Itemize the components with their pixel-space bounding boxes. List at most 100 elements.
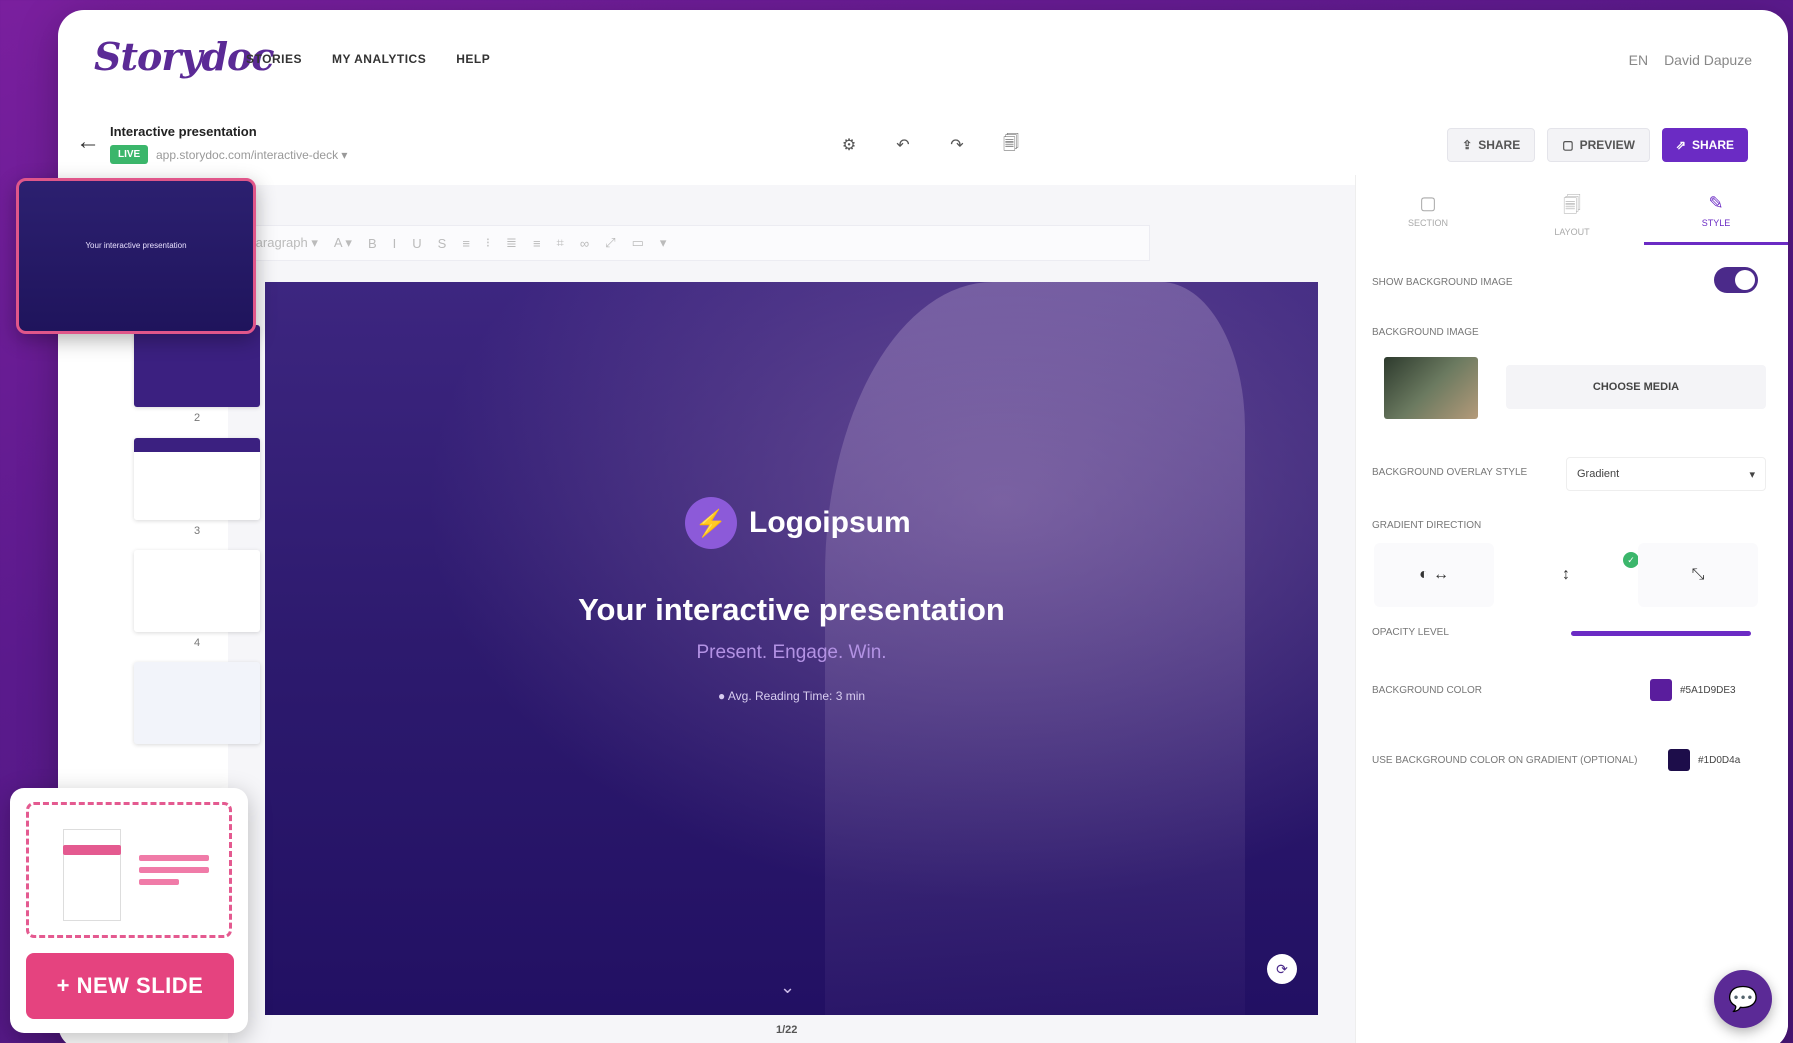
preview-button[interactable]: ▢ PREVIEW (1547, 128, 1650, 162)
redo-icon[interactable]: ↷ (944, 132, 970, 158)
secondary-color-label: USE BACKGROUND COLOR ON GRADIENT (OPTION… (1372, 755, 1638, 766)
background-toggle[interactable] (1714, 267, 1758, 293)
center-tools: ⚙ ↶ ↷ 🗐 (836, 132, 1024, 158)
bg-color-label: BACKGROUND COLOR (1372, 685, 1483, 696)
direction-diagonal[interactable]: ⤡ (1638, 543, 1758, 607)
slide-canvas[interactable]: ⚡ Logoipsum Your interactive presentatio… (265, 282, 1318, 1015)
italic-icon[interactable]: I (393, 236, 397, 251)
settings-icon[interactable]: ⚙ (836, 132, 862, 158)
list-icon[interactable]: ⁝ (486, 235, 490, 251)
preview-icon: ▢ (1562, 138, 1574, 152)
thumbnail-slide-3[interactable] (134, 438, 260, 520)
slide-title[interactable]: Your interactive presentation (265, 592, 1318, 628)
more-icon[interactable]: ▾ (660, 235, 667, 251)
tab-style[interactable]: ✎ STYLE (1644, 175, 1788, 245)
panel-tabs: ▢ SECTION 🗐 LAYOUT ✎ STYLE (1356, 175, 1788, 245)
thumbnail-slide-5[interactable] (134, 662, 260, 744)
nav-analytics[interactable]: MY ANALYTICS (332, 52, 426, 66)
brush-icon: ✎ (1708, 193, 1724, 213)
top-nav: Storydoc STORIES MY ANALYTICS HELP EN Da… (58, 10, 1788, 100)
live-badge: LIVE (110, 145, 149, 164)
share-label: SHARE (1691, 138, 1734, 152)
tab-label: LAYOUT (1554, 227, 1590, 237)
selected-check-icon: ✓ (1623, 552, 1639, 568)
font-size-select[interactable]: A ▾ (334, 235, 352, 251)
bold-icon[interactable]: B (368, 236, 377, 251)
secondary-color-hex[interactable]: #1D0D4a (1698, 755, 1740, 766)
tab-section[interactable]: ▢ SECTION (1356, 175, 1500, 245)
overlay-style-label: BACKGROUND OVERLAY STYLE (1372, 467, 1528, 478)
thumbnail-slide-2[interactable] (134, 325, 260, 407)
slide-logo[interactable]: ⚡ Logoipsum (685, 497, 911, 549)
slide-logo-text: Logoipsum (749, 506, 911, 539)
expand-icon[interactable]: ⤢ (605, 235, 615, 251)
thumbnail-number: 4 (194, 637, 201, 649)
grid-icon[interactable]: ⌗ (557, 235, 564, 251)
underline-icon[interactable]: U (412, 236, 421, 251)
user-name[interactable]: David Dapuze (1664, 52, 1752, 68)
choose-media-button[interactable]: CHOOSE MEDIA (1506, 365, 1766, 409)
align-icon[interactable]: ≡ (462, 236, 470, 251)
thumbnail-slide-4[interactable] (134, 550, 260, 632)
action-buttons: ⇪ SHARE ▢ PREVIEW ⇗ SHARE (1447, 128, 1748, 162)
opacity-label: OPACITY LEVEL (1372, 627, 1449, 638)
overlay-style-value: Gradient (1577, 468, 1620, 480)
bg-color-hex[interactable]: #5A1D9DE3 (1680, 685, 1736, 696)
new-slide-button[interactable]: + NEW SLIDE (26, 953, 234, 1019)
new-slide-preview[interactable] (26, 802, 232, 938)
section-icon: ▢ (1419, 193, 1437, 213)
preview-text-line (139, 879, 179, 885)
bg-color-swatch[interactable] (1650, 679, 1672, 701)
direction-horizontal[interactable]: ◐ ↔ (1374, 543, 1494, 607)
app-window: Storydoc STORIES MY ANALYTICS HELP EN Da… (58, 10, 1788, 1043)
direction-vertical[interactable]: ↕ (1506, 543, 1626, 607)
document-bar: ← Interactive presentation LIVE app.stor… (58, 110, 1788, 180)
link-icon[interactable]: ∞ (580, 236, 589, 251)
new-slide-card: + NEW SLIDE (10, 788, 248, 1033)
indent-icon[interactable]: ≡ (533, 236, 541, 251)
tab-layout[interactable]: 🗐 LAYOUT (1500, 175, 1644, 245)
strikethrough-icon[interactable]: S (438, 236, 447, 251)
preview-image-box (63, 829, 121, 921)
reading-time[interactable]: ● Avg. Reading Time: 3 min (265, 689, 1318, 703)
tab-label: SECTION (1407, 218, 1448, 228)
chevron-down-icon[interactable]: ⌄ (780, 977, 795, 998)
nav-right: EN David Dapuze (1629, 52, 1752, 68)
thumbnail-number: 3 (194, 525, 201, 537)
slide-subtitle[interactable]: Present. Engage. Win. (265, 642, 1318, 664)
refresh-icon[interactable]: ⟳ (1267, 954, 1297, 984)
thumbnail-slide-1-selected[interactable]: Your interactive presentation (16, 178, 256, 334)
numbered-list-icon[interactable]: ≣ (506, 235, 517, 251)
undo-icon[interactable]: ↶ (890, 132, 916, 158)
box-icon[interactable]: ▭ (632, 235, 644, 251)
overlay-style-select[interactable]: Gradient ▾ (1566, 457, 1766, 491)
share-link-button[interactable]: ⇪ SHARE (1447, 128, 1536, 162)
thumbnail-number: 2 (194, 412, 201, 424)
paragraph-select[interactable]: Paragraph ▾ (247, 235, 318, 251)
nav-help[interactable]: HELP (456, 52, 490, 66)
opacity-slider[interactable] (1571, 631, 1751, 636)
chat-icon[interactable]: 💬 (1714, 970, 1772, 1028)
secondary-color-swatch[interactable] (1668, 749, 1690, 771)
layout-icon: 🗐 (1563, 195, 1581, 215)
share-link-label: SHARE (1478, 138, 1521, 152)
lightning-icon: ⚡ (685, 497, 737, 549)
preview-text-line (139, 855, 209, 861)
document-title[interactable]: Interactive presentation (110, 124, 257, 139)
back-arrow-icon[interactable]: ← (76, 128, 100, 156)
share-button[interactable]: ⇗ SHARE (1661, 128, 1748, 162)
document-url[interactable]: app.storydoc.com/interactive-deck ▾ (156, 148, 347, 162)
language-switch[interactable]: EN (1629, 52, 1648, 68)
background-image-thumbnail[interactable] (1384, 357, 1478, 419)
background-image-label: BACKGROUND IMAGE (1372, 327, 1479, 338)
copy-icon[interactable]: 🗐 (998, 132, 1024, 158)
gradient-direction-label: GRADIENT DIRECTION (1372, 520, 1482, 531)
nav-stories[interactable]: STORIES (246, 52, 302, 66)
nav-links: STORIES MY ANALYTICS HELP (246, 52, 490, 66)
thumbnail-title: Your interactive presentation (85, 241, 187, 250)
share-icon: ⇪ (1462, 138, 1473, 152)
page-counter: 1/22 (776, 1024, 798, 1036)
text-format-toolbar: Paragraph ▾ A ▾ B I U S ≡ ⁝ ≣ ≡ ⌗ ∞ ⤢ ▭ … (232, 225, 1150, 261)
share-arrow-icon: ⇗ (1675, 138, 1686, 152)
preview-text-line (139, 867, 209, 873)
